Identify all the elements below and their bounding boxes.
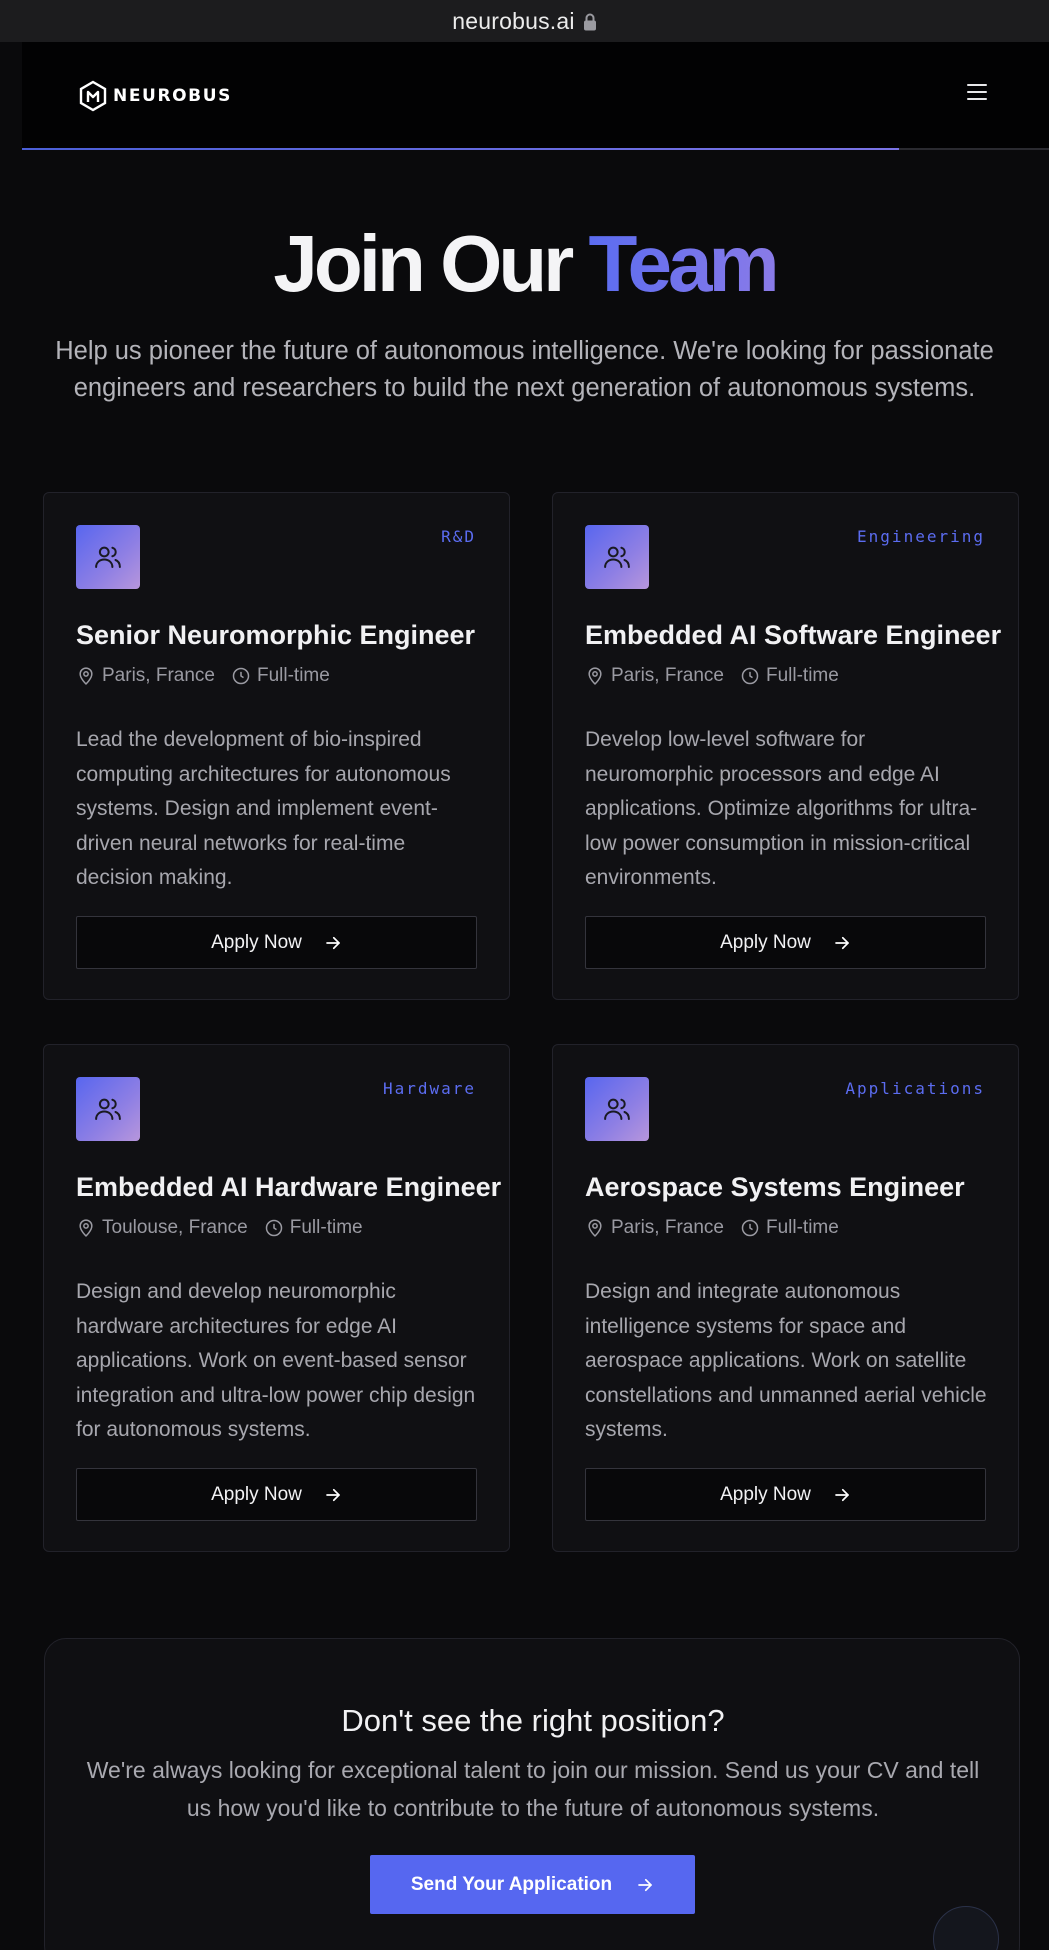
job-description: Lead the development of bio-inspired com… <box>76 728 451 889</box>
apply-now-label: Apply Now <box>211 1483 302 1505</box>
job-description: Design and integrate autonomous intellig… <box>585 1280 987 1441</box>
open-application-section: Don't see the right position? We're alwa… <box>44 1638 1020 1950</box>
title-accent: Team <box>588 219 780 308</box>
browser-url-bar[interactable]: neurobus.ai <box>0 0 1049 42</box>
top-navigation: NEUROBUS <box>22 42 1049 150</box>
job-type: Full-time <box>765 1217 839 1238</box>
page-subtitle: Help us pioneer the future of autonomous… <box>55 337 994 402</box>
users-icon <box>95 1098 121 1120</box>
hamburger-menu-icon[interactable] <box>967 84 987 102</box>
apply-now-button[interactable]: Apply Now <box>585 916 986 969</box>
job-category-tag: Hardware <box>382 1079 476 1098</box>
map-pin-icon <box>588 667 602 685</box>
job-card: Hardware Embedded AI Hardware Engineer T… <box>43 1044 510 1552</box>
job-location: Paris, France <box>102 665 215 686</box>
neurobus-logo-icon <box>79 80 107 112</box>
title-main: Join Our <box>273 219 574 308</box>
map-pin-icon <box>79 1219 93 1237</box>
arrow-right-icon <box>835 1488 849 1501</box>
job-meta: Paris, France Full-time <box>585 1217 839 1239</box>
users-icon <box>604 546 630 568</box>
brand-logo[interactable]: NEUROBUS <box>78 80 232 112</box>
arrow-right-icon <box>326 1488 340 1501</box>
clock-icon <box>265 1219 282 1237</box>
job-card: Applications Aerospace Systems Engineer … <box>552 1044 1019 1552</box>
job-description: Develop low-level software for neuromorp… <box>585 728 978 889</box>
clock-icon <box>741 1219 759 1237</box>
job-category-tag: R&D <box>441 527 476 546</box>
job-title: Embedded AI Hardware Engineer <box>76 1172 502 1202</box>
page-title: Join Our Team <box>0 218 1049 310</box>
users-icon <box>604 1098 630 1120</box>
send-application-label: Send Your Application <box>410 1873 613 1895</box>
apply-now-button[interactable]: Apply Now <box>585 1468 986 1521</box>
brand-name: NEUROBUS <box>113 86 232 106</box>
job-category-tag: Engineering <box>857 527 985 546</box>
map-pin-icon <box>79 667 93 685</box>
job-card: Engineering Embedded AI Software Enginee… <box>552 492 1019 1000</box>
job-description: Design and develop neuromorphic hardware… <box>76 1280 476 1441</box>
job-type: Full-time <box>289 1217 363 1238</box>
cta-title: Don't see the right position? <box>341 1703 725 1738</box>
clock-icon <box>232 667 250 685</box>
job-meta: Paris, France Full-time <box>585 665 839 687</box>
clock-icon <box>741 667 759 685</box>
users-icon <box>95 546 121 568</box>
arrow-right-icon <box>326 936 340 949</box>
map-pin-icon <box>588 1219 602 1237</box>
apply-now-button[interactable]: Apply Now <box>76 1468 477 1521</box>
apply-now-button[interactable]: Apply Now <box>76 916 477 969</box>
job-icon-box <box>585 525 649 589</box>
send-application-button[interactable]: Send Your Application <box>370 1855 695 1914</box>
job-category-tag: Applications <box>845 1079 985 1098</box>
job-icon-box <box>585 1077 649 1141</box>
job-icon-box <box>76 1077 140 1141</box>
job-title: Aerospace Systems Engineer <box>585 1172 965 1202</box>
arrow-right-icon <box>638 1878 652 1891</box>
job-meta: Toulouse, France Full-time <box>76 1217 363 1239</box>
job-meta: Paris, France Full-time <box>76 665 330 687</box>
apply-now-label: Apply Now <box>720 1483 811 1505</box>
job-icon-box <box>76 525 140 589</box>
arrow-right-icon <box>835 936 849 949</box>
lock-icon <box>583 13 596 31</box>
job-type: Full-time <box>765 665 839 686</box>
job-location: Toulouse, France <box>102 1217 248 1238</box>
job-location: Paris, France <box>611 665 724 686</box>
job-title: Senior Neuromorphic Engineer <box>76 620 476 650</box>
url-text: neurobus.ai <box>452 7 575 34</box>
job-title: Embedded AI Software Engineer <box>585 620 1002 650</box>
job-location: Paris, France <box>611 1217 724 1238</box>
job-card: R&D Senior Neuromorphic Engineer Paris, … <box>43 492 510 1000</box>
job-type: Full-time <box>256 665 330 686</box>
apply-now-label: Apply Now <box>720 931 811 953</box>
cta-text: We're always looking for exceptional tal… <box>86 1757 980 1821</box>
scroll-progress-bar <box>22 148 899 150</box>
apply-now-label: Apply Now <box>211 931 302 953</box>
